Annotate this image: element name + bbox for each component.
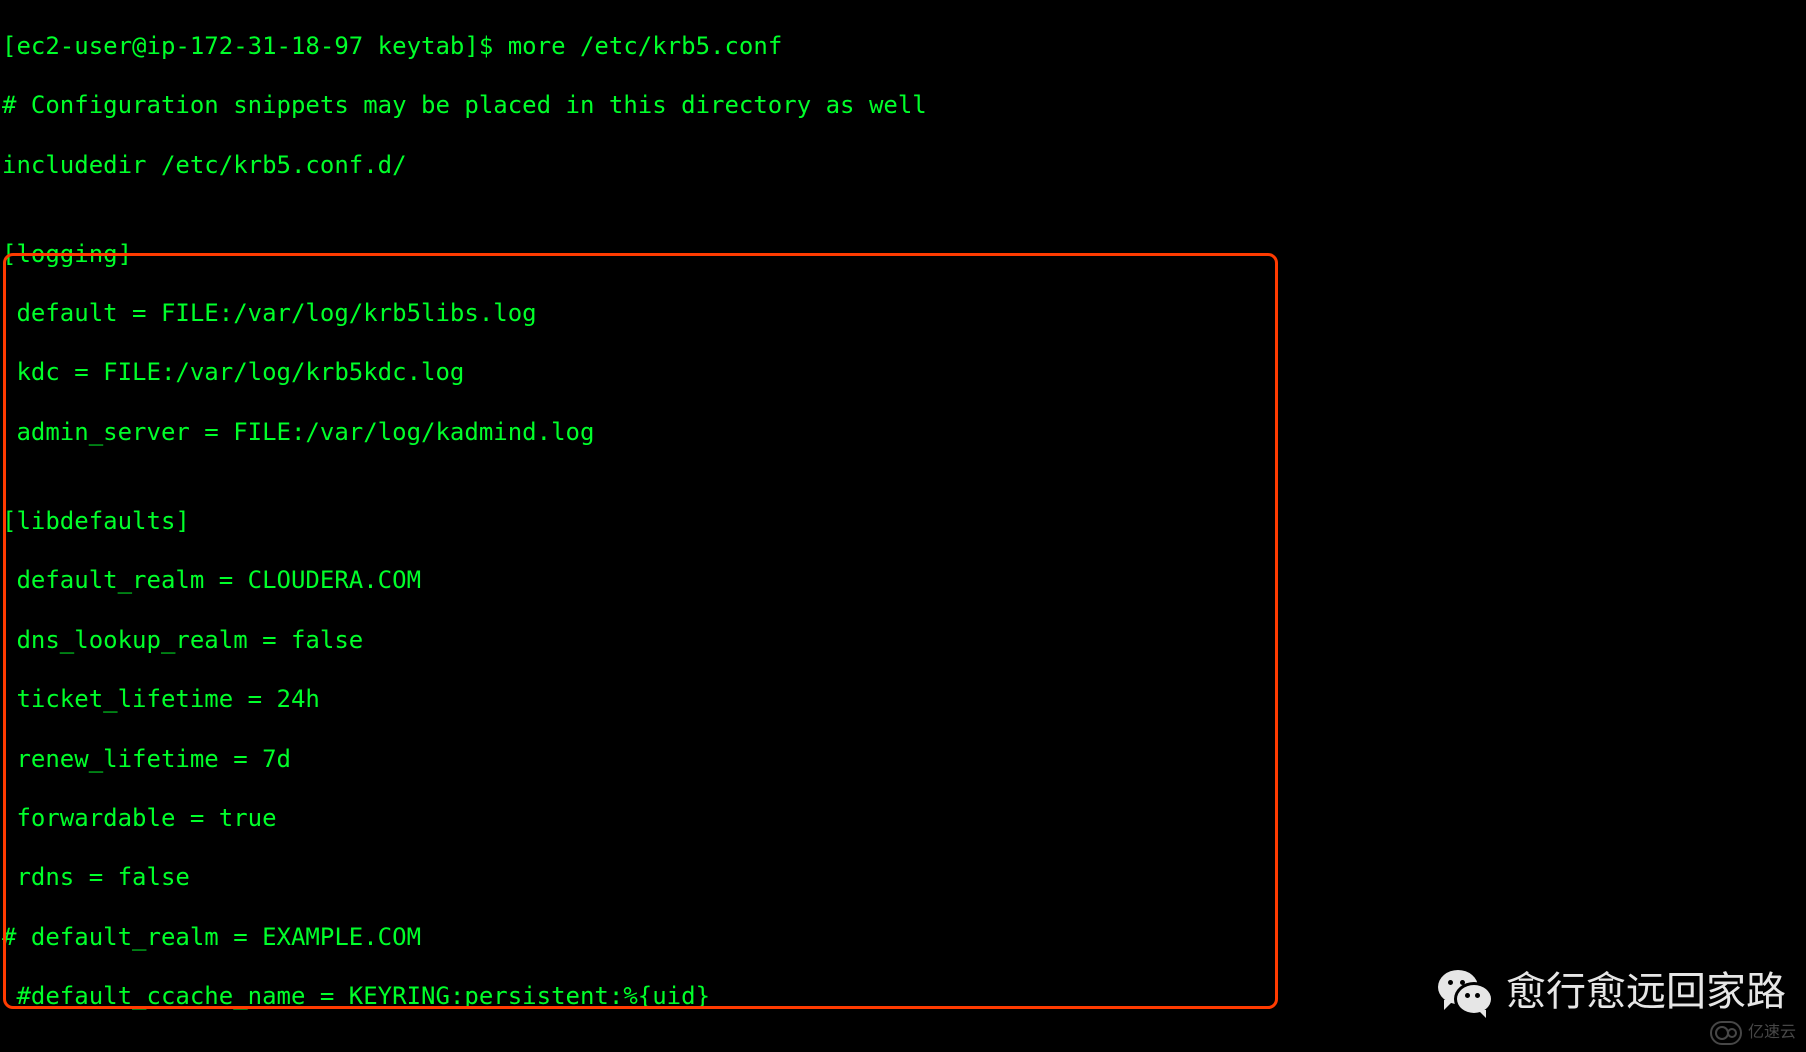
file-line: dns_lookup_realm = false (2, 626, 1804, 656)
file-line: rdns = false (2, 863, 1804, 893)
file-line: default_realm = CLOUDERA.COM (2, 566, 1804, 596)
watermark-main: 愈行愈远回家路 (1438, 970, 1786, 1016)
file-line: default = FILE:/var/log/krb5libs.log (2, 299, 1804, 329)
file-line: ticket_lifetime = 24h (2, 685, 1804, 715)
watermark-secondary: 亿速云 (1710, 1018, 1796, 1048)
file-line: kdc = FILE:/var/log/krb5kdc.log (2, 358, 1804, 388)
file-line: renew_lifetime = 7d (2, 745, 1804, 775)
file-line: includedir /etc/krb5.conf.d/ (2, 151, 1804, 181)
file-line: # Configuration snippets may be placed i… (2, 91, 1804, 121)
command-text: more /etc/krb5.conf (508, 32, 783, 60)
terminal-window[interactable]: [ec2-user@ip-172-31-18-97 keytab]$ more … (0, 0, 1806, 1052)
wechat-icon (1438, 970, 1494, 1016)
file-line: [logging] (2, 240, 1804, 270)
logo-icon (1710, 1021, 1742, 1045)
file-line: admin_server = FILE:/var/log/kadmind.log (2, 418, 1804, 448)
file-line: [libdefaults] (2, 507, 1804, 537)
file-line: forwardable = true (2, 804, 1804, 834)
prompt-line-1: [ec2-user@ip-172-31-18-97 keytab]$ more … (2, 32, 1804, 62)
watermark-sub-text: 亿速云 (1748, 1018, 1796, 1048)
prompt-user-host: [ec2-user@ip-172-31-18-97 keytab]$ (2, 32, 493, 60)
file-line: # default_realm = EXAMPLE.COM (2, 923, 1804, 953)
